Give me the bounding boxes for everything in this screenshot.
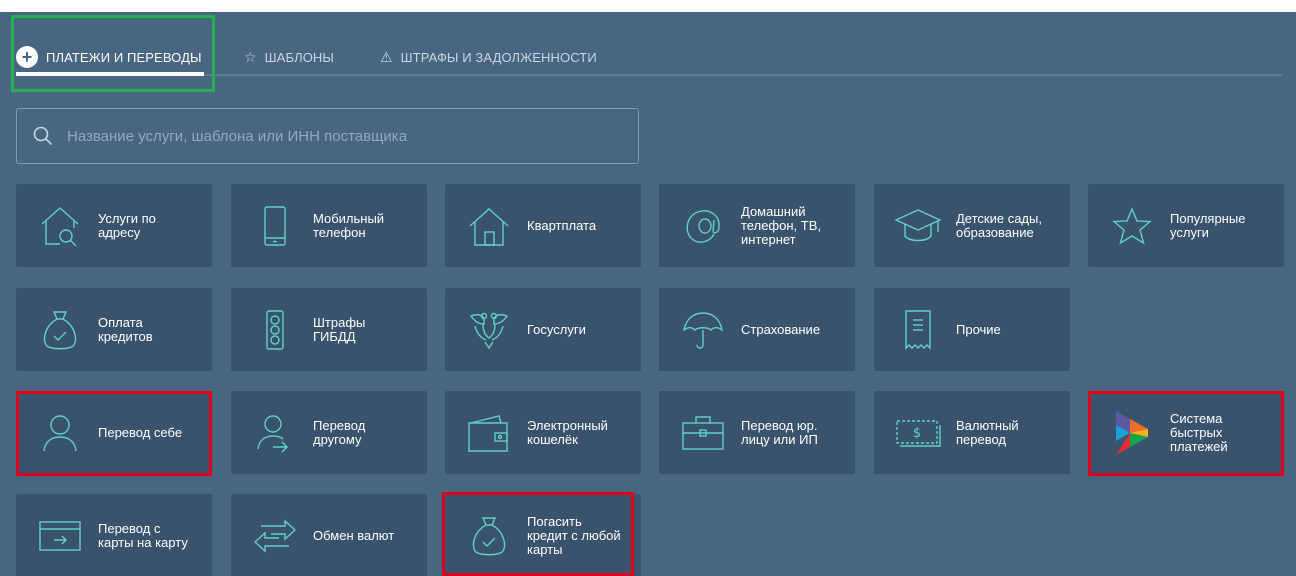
tile-currency-exchange[interactable]: Обмен валют — [231, 494, 427, 576]
wallet-icon — [461, 405, 517, 461]
receipt-icon — [890, 302, 946, 358]
tile-label: Штрафы ГИБДД — [313, 314, 366, 344]
tile-label: Перевод другому — [313, 417, 366, 447]
tile-transfer-self[interactable]: Перевод себе — [16, 391, 212, 474]
tile-label: Перевод с карты на карту — [98, 520, 188, 550]
tab-fines[interactable]: ⚠ ШТРАФЫ И ЗАДОЛЖЕННОСТИ — [380, 42, 597, 72]
tile-label: Страхование — [741, 321, 821, 337]
tile-loan-payment[interactable]: Оплата кредитов — [16, 288, 212, 371]
tab-label: ШАБЛОНЫ — [264, 49, 335, 65]
sbp-logo-icon — [1104, 405, 1160, 461]
tile-e-wallet[interactable]: Электронный кошелёк — [445, 391, 641, 474]
tile-home-internet[interactable]: Домашний телефон, ТВ, интернет — [659, 184, 855, 267]
house-search-icon — [32, 198, 88, 254]
search-box[interactable] — [16, 108, 639, 164]
tile-label: Детские сады, образование — [956, 210, 1042, 240]
tile-popular[interactable]: Популярные услуги — [1088, 184, 1284, 267]
tile-label: Популярные услуги — [1170, 210, 1246, 240]
mobile-phone-icon — [247, 198, 303, 254]
money-bag-icon — [32, 302, 88, 358]
user-icon — [32, 405, 88, 461]
tile-label: Госуслуги — [527, 321, 586, 337]
traffic-light-icon — [247, 302, 303, 358]
star-icon: ☆ — [244, 48, 257, 65]
tile-gosuslugi[interactable]: Госуслуги — [445, 288, 641, 371]
tile-label: Мобильный телефон — [313, 210, 385, 240]
search-input[interactable] — [67, 127, 607, 145]
tile-traffic-fines[interactable]: Штрафы ГИБДД — [231, 288, 427, 371]
tab-templates[interactable]: ☆ ШАБЛОНЫ — [244, 42, 334, 72]
tile-insurance[interactable]: Страхование — [659, 288, 855, 371]
eagle-emblem-icon — [461, 302, 517, 358]
tile-label: Валютный перевод — [956, 417, 1019, 447]
tile-label: Электронный кошелёк — [527, 417, 608, 447]
tile-label: Оплата кредитов — [98, 314, 153, 344]
tile-label: Услуги по адресу — [98, 210, 156, 240]
umbrella-icon — [675, 302, 731, 358]
tile-mobile-phone[interactable]: Мобильный телефон — [231, 184, 427, 267]
money-bag-icon — [461, 508, 517, 564]
svg-text:$: $ — [913, 426, 921, 441]
tile-label: Обмен валют — [313, 527, 395, 543]
tile-currency-transfer[interactable]: $ Валютный перевод — [874, 391, 1070, 474]
tile-label: Прочие — [956, 321, 1001, 337]
house-icon — [461, 198, 517, 254]
tile-label: Перевод себе — [98, 424, 183, 440]
at-sign-icon — [675, 198, 731, 254]
graduation-cap-icon — [890, 198, 946, 254]
tile-sbp[interactable]: Система быстрых платежей — [1088, 391, 1284, 474]
tile-label: Квартплата — [527, 217, 597, 233]
tile-label: Перевод юр. лицу или ИП — [741, 417, 818, 447]
tile-legal-entity[interactable]: Перевод юр. лицу или ИП — [659, 391, 855, 474]
tile-card-to-card[interactable]: Перевод с карты на карту — [16, 494, 212, 576]
warning-icon: ⚠ — [380, 48, 393, 65]
dollar-bill-icon: $ — [890, 405, 946, 461]
tile-address-services[interactable]: Услуги по адресу — [16, 184, 212, 267]
star-icon — [1104, 198, 1160, 254]
card-transfer-icon — [32, 508, 88, 564]
tile-education[interactable]: Детские сады, образование — [874, 184, 1070, 267]
tile-transfer-other[interactable]: Перевод другому — [231, 391, 427, 474]
briefcase-icon — [675, 405, 731, 461]
tile-label: Погасить кредит с любой карты — [527, 513, 621, 557]
exchange-arrows-icon — [247, 508, 303, 564]
tile-rent[interactable]: Квартплата — [445, 184, 641, 267]
tile-other[interactable]: Прочие — [874, 288, 1070, 371]
tab-label: ШТРАФЫ И ЗАДОЛЖЕННОСТИ — [400, 49, 597, 65]
search-icon — [33, 126, 53, 146]
tile-label: Домашний телефон, ТВ, интернет — [741, 203, 821, 247]
highlight-box-green — [11, 15, 215, 92]
user-arrow-icon — [247, 405, 303, 461]
tile-label: Система быстрых платежей — [1170, 410, 1228, 454]
tile-repay-loan-any-card[interactable]: Погасить кредит с любой карты — [445, 494, 641, 576]
